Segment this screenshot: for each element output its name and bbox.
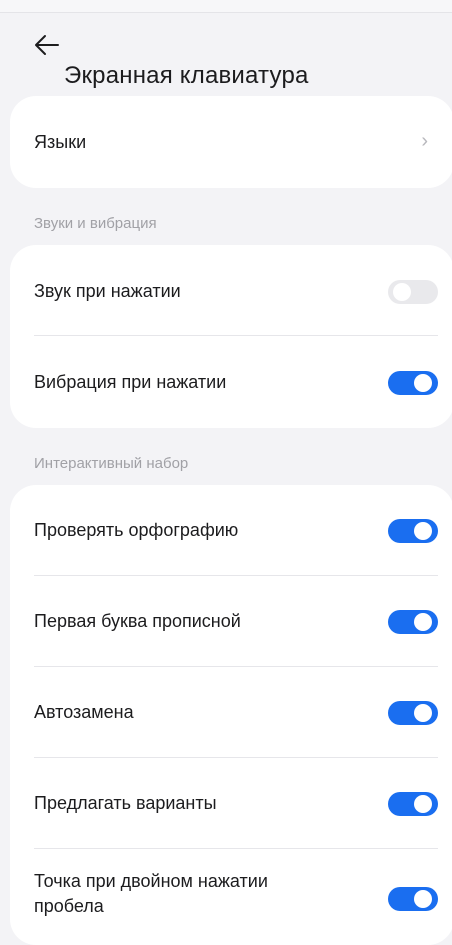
setting-label: Первая буква прописной <box>34 611 241 631</box>
chevron-right-icon: › <box>421 130 428 152</box>
toggle-knob <box>414 522 432 540</box>
toggle-knob <box>414 613 432 631</box>
languages-label: Языки <box>34 132 87 152</box>
key-vibration-toggle[interactable] <box>388 371 438 395</box>
setting-label: Автозамена <box>34 702 134 722</box>
toggle-knob <box>414 374 432 392</box>
page-title: Экранная клавиатура <box>64 62 309 89</box>
setting-label: Вибрация при нажатии <box>34 372 227 392</box>
autocorrect-toggle[interactable] <box>388 701 438 725</box>
sounds-card: Звук при нажатии Вибрация при нажатии <box>10 245 452 428</box>
section-header-sounds: Звуки и вибрация <box>34 215 157 232</box>
setting-label: Проверять орфографию <box>34 520 239 540</box>
double-space-period-toggle[interactable] <box>388 887 438 911</box>
key-sound-toggle[interactable] <box>388 280 438 304</box>
setting-row-double-space-period[interactable]: Точка при двойном нажатии пробела <box>10 849 452 945</box>
setting-row-suggestions[interactable]: Предлагать варианты <box>10 758 452 848</box>
setting-label: Звук при нажатии <box>34 281 181 301</box>
auto-capitalize-toggle[interactable] <box>388 610 438 634</box>
toggle-knob <box>414 890 432 908</box>
setting-label: Предлагать варианты <box>34 793 217 813</box>
typing-card: Проверять орфографию Первая буква пропис… <box>10 485 452 945</box>
section-header-typing: Интерактивный набор <box>34 455 189 472</box>
languages-card: Языки › <box>10 96 452 188</box>
setting-row-key-sound[interactable]: Звук при нажатии <box>10 245 452 335</box>
setting-row-spellcheck[interactable]: Проверять орфографию <box>10 485 452 575</box>
toggle-knob <box>393 283 411 301</box>
suggestions-toggle[interactable] <box>388 792 438 816</box>
spellcheck-toggle[interactable] <box>388 519 438 543</box>
toggle-knob <box>414 704 432 722</box>
back-button[interactable] <box>30 30 64 60</box>
languages-row[interactable]: Языки › <box>10 96 452 188</box>
arrow-left-icon <box>35 35 59 55</box>
setting-row-autocorrect[interactable]: Автозамена <box>10 667 452 757</box>
toggle-knob <box>414 795 432 813</box>
setting-row-auto-capitalize[interactable]: Первая буква прописной <box>10 576 452 666</box>
status-bar-area <box>0 0 452 13</box>
setting-row-key-vibration[interactable]: Вибрация при нажатии <box>10 336 452 428</box>
setting-label: Точка при двойном нажатии пробела <box>34 871 268 916</box>
